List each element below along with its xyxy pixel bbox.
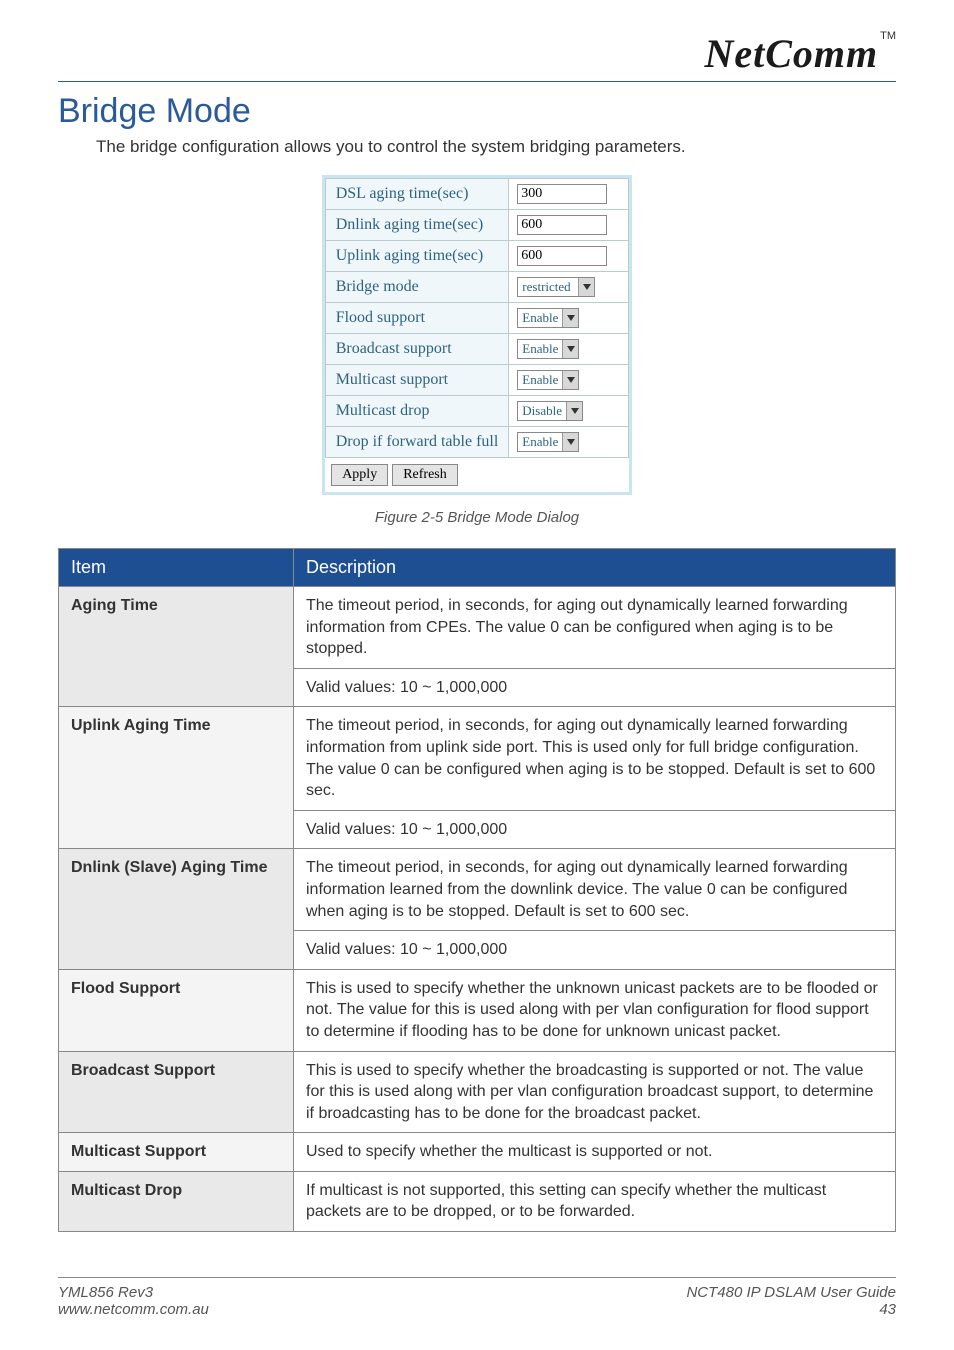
table-item-cell: Aging Time <box>59 587 294 707</box>
figure-caption: Figure 2-5 Bridge Mode Dialog <box>58 509 896 526</box>
brand-tm: TM <box>880 30 896 42</box>
chevron-down-icon <box>562 340 578 358</box>
table-item-cell: Flood Support <box>59 969 294 1051</box>
description-table: Item Description Aging TimeThe timeout p… <box>58 548 896 1232</box>
dialog-select-value: Disable <box>518 402 566 420</box>
dialog-select-value: Enable <box>518 340 562 358</box>
table-desc-cell: The timeout period, in seconds, for agin… <box>294 849 896 931</box>
brand-header: NetCommTM <box>58 30 896 82</box>
dialog-row-label: DSL aging time(sec) <box>325 179 509 210</box>
apply-button[interactable]: Apply <box>331 464 388 486</box>
dialog-row-label: Drop if forward table full <box>325 427 509 458</box>
brand-logo: NetComm <box>704 31 878 76</box>
chevron-down-icon <box>566 402 582 420</box>
intro-text: The bridge configuration allows you to c… <box>96 137 896 157</box>
dialog-select[interactable]: Enable <box>517 432 579 452</box>
bridge-mode-dialog: DSL aging time(sec)Dnlink aging time(sec… <box>322 175 633 495</box>
dialog-row-label: Bridge mode <box>325 272 509 303</box>
dialog-input[interactable] <box>517 184 607 204</box>
chevron-down-icon <box>562 433 578 451</box>
table-row: Multicast SupportUsed to specify whether… <box>59 1133 896 1172</box>
dialog-select[interactable]: Enable <box>517 370 579 390</box>
table-row: Aging TimeThe timeout period, in seconds… <box>59 587 896 669</box>
table-header-item: Item <box>59 549 294 587</box>
dialog-input[interactable] <box>517 215 607 235</box>
dialog-row-label: Flood support <box>325 303 509 334</box>
dialog-select[interactable]: Enable <box>517 339 579 359</box>
table-desc-cell: Valid values: 10 ~ 1,000,000 <box>294 668 896 707</box>
dialog-row-label: Dnlink aging time(sec) <box>325 210 509 241</box>
table-item-cell: Multicast Drop <box>59 1171 294 1231</box>
dialog-select[interactable]: Enable <box>517 308 579 328</box>
refresh-button[interactable]: Refresh <box>392 464 458 486</box>
table-row: Multicast DropIf multicast is not suppor… <box>59 1171 896 1231</box>
footer-rev: YML856 Rev3 <box>58 1284 209 1301</box>
table-desc-cell: This is used to specify whether the broa… <box>294 1051 896 1133</box>
table-desc-cell: This is used to specify whether the unkn… <box>294 969 896 1051</box>
dialog-select[interactable]: restricted <box>517 277 595 297</box>
table-header-desc: Description <box>294 549 896 587</box>
table-desc-cell: Used to specify whether the multicast is… <box>294 1133 896 1172</box>
footer-url: www.netcomm.com.au <box>58 1301 209 1318</box>
footer-guide: NCT480 IP DSLAM User Guide <box>686 1284 896 1301</box>
table-row: Uplink Aging TimeThe timeout period, in … <box>59 707 896 810</box>
table-desc-cell: The timeout period, in seconds, for agin… <box>294 587 896 669</box>
table-item-cell: Uplink Aging Time <box>59 707 294 849</box>
dialog-select-value: restricted <box>518 278 578 296</box>
table-item-cell: Broadcast Support <box>59 1051 294 1133</box>
table-row: Broadcast SupportThis is used to specify… <box>59 1051 896 1133</box>
table-desc-cell: If multicast is not supported, this sett… <box>294 1171 896 1231</box>
footer-page: 43 <box>686 1301 896 1318</box>
dialog-row-label: Uplink aging time(sec) <box>325 241 509 272</box>
table-desc-cell: Valid values: 10 ~ 1,000,000 <box>294 810 896 849</box>
table-desc-cell: The timeout period, in seconds, for agin… <box>294 707 896 810</box>
dialog-select[interactable]: Disable <box>517 401 583 421</box>
chevron-down-icon <box>562 371 578 389</box>
chevron-down-icon <box>562 309 578 327</box>
table-row: Flood SupportThis is used to specify whe… <box>59 969 896 1051</box>
table-row: Dnlink (Slave) Aging TimeThe timeout per… <box>59 849 896 931</box>
dialog-row-label: Multicast drop <box>325 396 509 427</box>
table-desc-cell: Valid values: 10 ~ 1,000,000 <box>294 931 896 970</box>
dialog-row-label: Broadcast support <box>325 334 509 365</box>
dialog-input[interactable] <box>517 246 607 266</box>
table-item-cell: Multicast Support <box>59 1133 294 1172</box>
dialog-select-value: Enable <box>518 433 562 451</box>
page-title: Bridge Mode <box>58 92 896 131</box>
dialog-select-value: Enable <box>518 309 562 327</box>
table-item-cell: Dnlink (Slave) Aging Time <box>59 849 294 969</box>
dialog-row-label: Multicast support <box>325 365 509 396</box>
page-footer: YML856 Rev3 www.netcomm.com.au NCT480 IP… <box>58 1277 896 1318</box>
dialog-select-value: Enable <box>518 371 562 389</box>
chevron-down-icon <box>578 278 594 296</box>
